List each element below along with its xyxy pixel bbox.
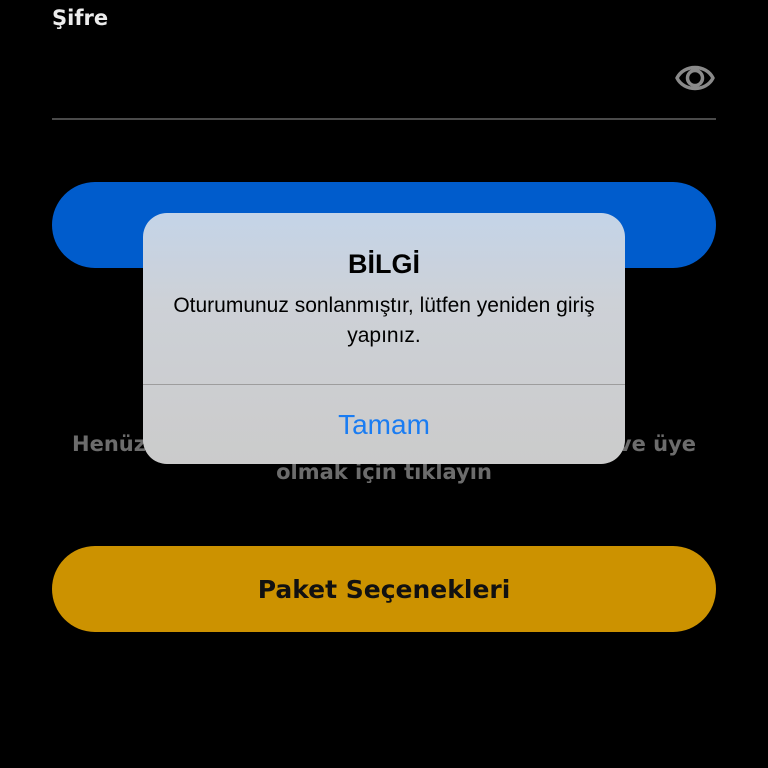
eye-icon[interactable] (674, 58, 716, 98)
alert-message: Oturumunuz sonlanmıştır, lütfen yeniden … (173, 294, 595, 347)
alert-ok-button[interactable]: Tamam (143, 385, 625, 464)
package-options-button[interactable]: Paket Seçenekleri (52, 546, 716, 632)
signup-text-prefix[interactable]: Henüz (72, 430, 146, 458)
alert-title: BİLGİ (348, 249, 420, 279)
package-options-label: Paket Seçenekleri (257, 574, 511, 604)
password-input[interactable] (52, 50, 656, 108)
session-expired-alert: BİLGİ Oturumunuz sonlanmıştır, lütfen ye… (143, 213, 625, 464)
password-label: Şifre (52, 6, 109, 30)
signup-text-suffix[interactable]: ve üye (618, 430, 696, 458)
password-underline (52, 118, 716, 120)
alert-ok-label: Tamam (338, 408, 430, 440)
